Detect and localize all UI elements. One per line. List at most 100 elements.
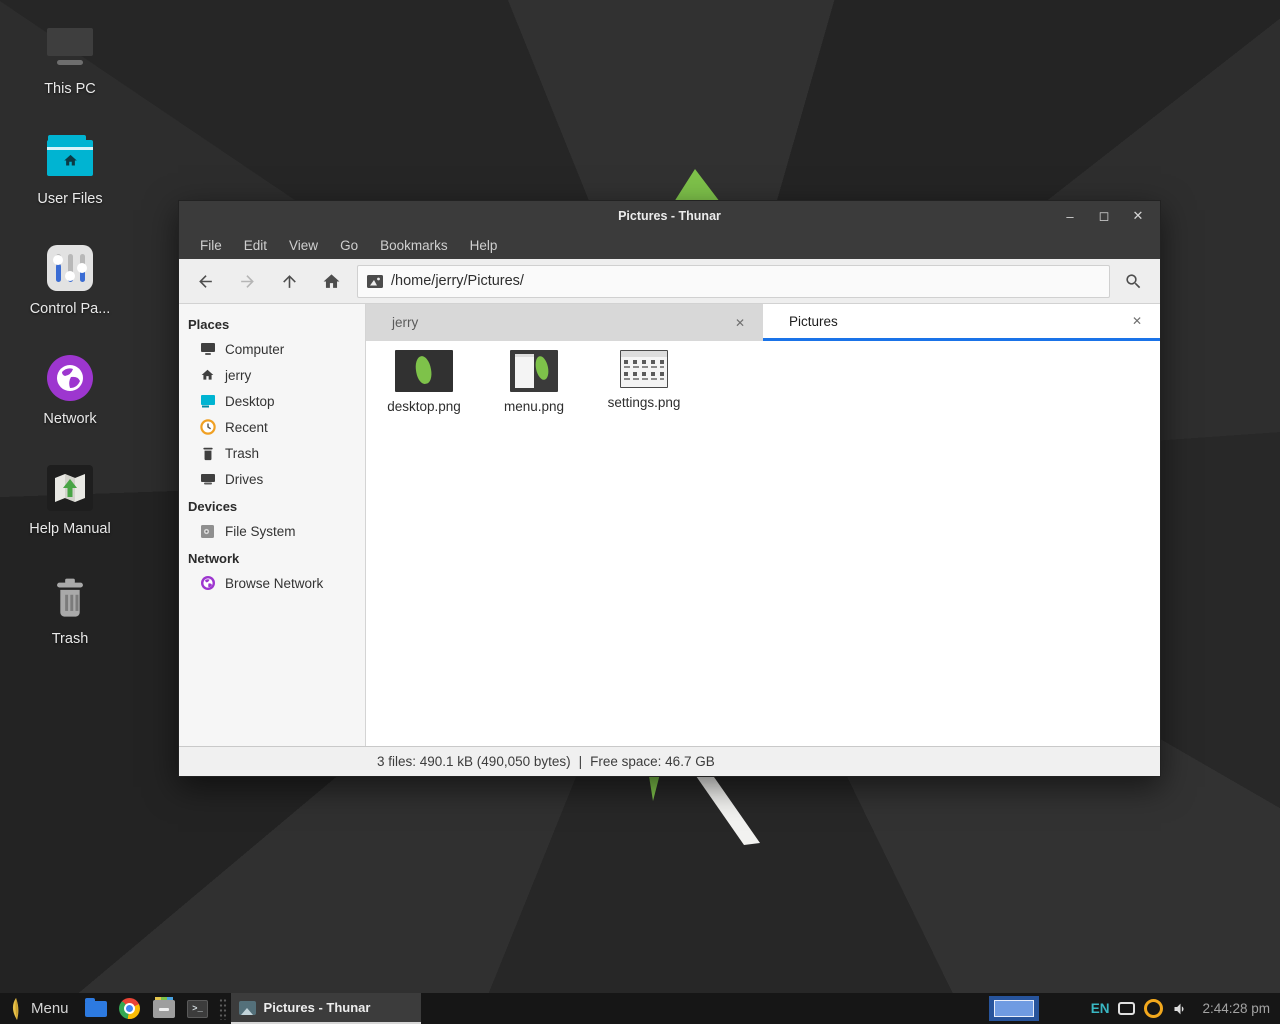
sidebar-item-label: Drives <box>225 472 263 487</box>
desktop-icon-label: This PC <box>44 81 96 97</box>
sidebar-item-file-system[interactable]: File System <box>179 518 365 544</box>
system-tray: EN 2:44:28 pm <box>1091 999 1274 1018</box>
filesystem-drive-icon <box>199 523 216 540</box>
taskbar-window-label: Pictures - Thunar <box>264 1000 371 1015</box>
search-button[interactable] <box>1112 263 1154 299</box>
panel-handle[interactable] <box>219 998 227 1020</box>
display-tray-icon[interactable] <box>1118 1002 1135 1015</box>
arrow-up-icon <box>280 272 299 291</box>
tab-jerry[interactable]: jerry ✕ <box>366 304 763 341</box>
sidebar-item-label: Computer <box>225 342 284 357</box>
desktop-icon-trash[interactable]: Trash <box>12 574 128 647</box>
tab-label: jerry <box>392 315 729 330</box>
trash-icon <box>46 574 94 622</box>
tab-close-icon[interactable]: ✕ <box>729 314 751 332</box>
computer-icon <box>199 341 216 358</box>
image-icon <box>367 275 383 288</box>
home-folder-icon <box>46 134 94 182</box>
sidebar: Places Computer jerry Desktop <box>179 304 366 746</box>
arrow-back-icon <box>196 272 215 291</box>
sidebar-item-trash[interactable]: Trash <box>179 440 365 466</box>
tab-label: Pictures <box>789 314 1126 329</box>
taskbar-window-button[interactable]: Pictures - Thunar <box>231 993 421 1024</box>
menu-bookmarks[interactable]: Bookmarks <box>369 234 459 257</box>
arrow-forward-icon <box>238 272 257 291</box>
thunar-window: Pictures - Thunar – ◻ ✕ File Edit View G… <box>178 200 1161 777</box>
file-name: desktop.png <box>387 399 461 414</box>
back-button[interactable] <box>185 263 225 299</box>
tab-pictures[interactable]: Pictures ✕ <box>763 304 1160 341</box>
sidebar-item-label: File System <box>225 524 296 539</box>
status-free-space: Free space: 46.7 GB <box>590 754 715 769</box>
sidebar-item-label: Trash <box>225 446 259 461</box>
desktop-icon-control-panel[interactable]: Control Pa... <box>12 244 128 317</box>
tab-close-icon[interactable]: ✕ <box>1126 312 1148 330</box>
forward-button[interactable] <box>227 263 267 299</box>
file-settings-png[interactable]: settings.png <box>596 350 692 410</box>
desktop-icon-label: Help Manual <box>29 521 110 537</box>
desktop-icon-label: Control Pa... <box>30 301 111 317</box>
terminal-icon: >_ <box>187 1000 208 1018</box>
file-view[interactable]: desktop.png menu.png settings.png <box>366 341 1160 746</box>
menu-help[interactable]: Help <box>459 234 509 257</box>
sidebar-item-label: Recent <box>225 420 268 435</box>
sidebar-item-browse-network[interactable]: Browse Network <box>179 570 365 596</box>
path-bar[interactable]: /home/jerry/Pictures/ <box>357 265 1110 298</box>
menu-edit[interactable]: Edit <box>233 234 278 257</box>
sidebar-item-recent[interactable]: Recent <box>179 414 365 440</box>
sidebar-item-desktop[interactable]: Desktop <box>179 388 365 414</box>
search-icon <box>1124 272 1143 291</box>
terminal-launcher[interactable]: >_ <box>185 996 211 1022</box>
trash-icon <box>199 445 216 462</box>
close-button[interactable]: ✕ <box>1126 205 1150 227</box>
active-workspace[interactable] <box>994 1000 1034 1017</box>
control-panel-icon <box>46 244 94 292</box>
file-manager-launcher[interactable] <box>83 996 109 1022</box>
home-icon <box>199 367 216 384</box>
title-bar[interactable]: Pictures - Thunar – ◻ ✕ <box>179 201 1160 231</box>
sidebar-item-label: Desktop <box>225 394 275 409</box>
menu-go[interactable]: Go <box>329 234 369 257</box>
desktop-icon-network[interactable]: Network <box>12 354 128 427</box>
clock[interactable]: 2:44:28 pm <box>1202 1001 1270 1016</box>
sidebar-item-label: jerry <box>225 368 251 383</box>
desktop-icon-label: Trash <box>52 631 89 647</box>
desktop-icon-user-files[interactable]: User Files <box>12 134 128 207</box>
sidebar-item-label: Browse Network <box>225 576 323 591</box>
up-button[interactable] <box>269 263 309 299</box>
home-icon <box>322 272 341 291</box>
menu-bar: File Edit View Go Bookmarks Help <box>179 231 1160 259</box>
help-manual-icon <box>46 464 94 512</box>
sidebar-header-places: Places <box>179 310 365 336</box>
desktop-icon-label: User Files <box>37 191 102 207</box>
path-text: /home/jerry/Pictures/ <box>391 273 524 289</box>
minimize-button[interactable]: – <box>1058 205 1082 227</box>
recent-clock-icon <box>199 419 216 436</box>
menu-feather-icon[interactable] <box>8 997 24 1021</box>
volume-icon[interactable] <box>1172 1001 1189 1017</box>
file-menu-png[interactable]: menu.png <box>486 350 582 414</box>
desktop-icon-this-pc[interactable]: This PC <box>12 24 128 97</box>
workspace-switcher[interactable] <box>989 996 1039 1021</box>
archive-launcher[interactable] <box>151 996 177 1022</box>
keyboard-layout-indicator[interactable]: EN <box>1091 1001 1110 1016</box>
sidebar-item-jerry[interactable]: jerry <box>179 362 365 388</box>
maximize-button[interactable]: ◻ <box>1092 205 1116 227</box>
menu-view[interactable]: View <box>278 234 329 257</box>
sidebar-item-computer[interactable]: Computer <box>179 336 365 362</box>
status-files-summary: 3 files: 490.1 kB (490,050 bytes) <box>377 754 571 769</box>
menu-file[interactable]: File <box>189 234 233 257</box>
taskbar: Menu >_ Pictures - Thunar EN 2:44:28 pm <box>0 993 1280 1024</box>
file-thumbnail <box>620 350 668 388</box>
blue-folder-icon <box>85 1001 107 1017</box>
home-button[interactable] <box>311 263 351 299</box>
desktop-icon-label: Network <box>43 411 96 427</box>
chrome-icon <box>119 998 140 1019</box>
sidebar-item-drives[interactable]: Drives <box>179 466 365 492</box>
desktop-icon-help-manual[interactable]: Help Manual <box>12 464 128 537</box>
menu-button[interactable]: Menu <box>31 1000 69 1017</box>
file-desktop-png[interactable]: desktop.png <box>376 350 472 414</box>
chrome-launcher[interactable] <box>117 996 143 1022</box>
updates-tray-icon[interactable] <box>1144 999 1163 1018</box>
file-name: settings.png <box>608 395 681 410</box>
